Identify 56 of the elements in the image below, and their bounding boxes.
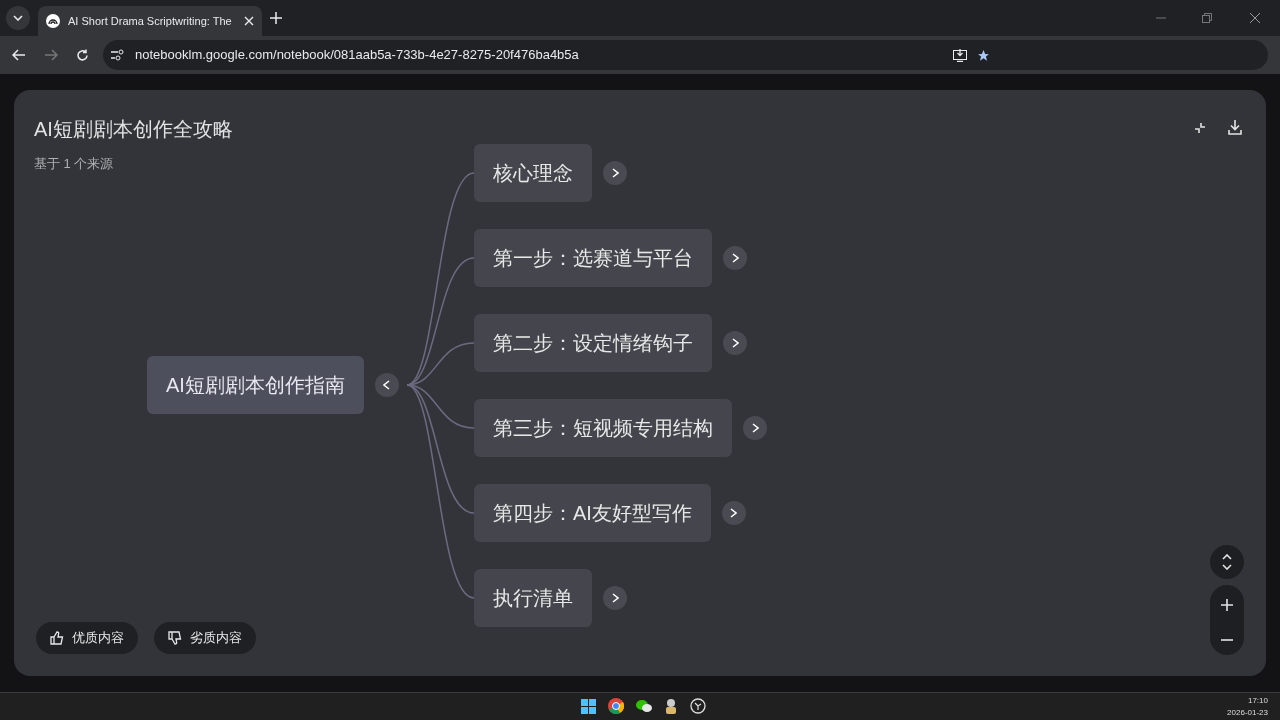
person-app-icon[interactable] bbox=[664, 698, 678, 714]
feedback-button[interactable]: 优质内容 bbox=[36, 622, 138, 654]
toggle-button[interactable] bbox=[743, 416, 767, 440]
download-icon[interactable] bbox=[1228, 120, 1242, 135]
collapse-icon[interactable] bbox=[1194, 122, 1206, 134]
star-icon[interactable] bbox=[977, 48, 990, 62]
chevron-right-icon bbox=[731, 338, 739, 348]
thumbs-up-icon bbox=[50, 631, 64, 645]
notebook-logo-icon bbox=[46, 14, 60, 28]
forward-icon[interactable] bbox=[44, 49, 58, 61]
address-bar[interactable]: notebooklm.google.com/notebook/081aab5a-733b-4e27-8275-20f476ba4b5a bbox=[103, 40, 1268, 70]
circle-app-icon[interactable] bbox=[690, 698, 706, 714]
thumbs-down-icon bbox=[168, 631, 182, 645]
tab-search-button[interactable] bbox=[6, 6, 30, 30]
chevron-right-icon bbox=[730, 508, 738, 518]
new-tab-icon[interactable] bbox=[270, 12, 282, 24]
recenter-button[interactable] bbox=[1210, 545, 1244, 579]
toggle-button[interactable] bbox=[603, 586, 627, 610]
toggle-button[interactable] bbox=[723, 331, 747, 355]
mindmap-node[interactable]: 第二步：设定情绪钩子 bbox=[474, 314, 712, 372]
toggle-button[interactable] bbox=[374, 373, 399, 397]
chevron-right-icon bbox=[731, 253, 739, 263]
dialog-title: AI短剧剧本创作全攻略 bbox=[34, 117, 233, 142]
site-settings-icon[interactable] bbox=[111, 49, 125, 61]
chevron-down-icon bbox=[13, 15, 23, 21]
feedback-button[interactable]: 劣质内容 bbox=[154, 622, 256, 654]
toggle-button[interactable] bbox=[721, 501, 746, 525]
tab-title: AI Short Drama Scriptwriting: The bbox=[68, 13, 233, 29]
url-text: notebooklm.google.com/notebook/081aab5a-733b-4e27-8275-20f476ba4b5a bbox=[135, 46, 579, 65]
close-window-icon[interactable] bbox=[1250, 13, 1260, 23]
mindmap-node[interactable]: 执行清单 bbox=[474, 569, 592, 627]
chat-bubbles-icon[interactable] bbox=[636, 699, 652, 713]
restore-icon[interactable] bbox=[1202, 13, 1212, 23]
mindmap-node[interactable]: 第三步：短视频专用结构 bbox=[474, 399, 732, 457]
source-count: 基于 1 个来源 bbox=[34, 155, 115, 173]
mindmap-node[interactable]: 核心理念 bbox=[474, 144, 592, 202]
mindmap-node[interactable]: 第一步：选赛道与平台 bbox=[474, 229, 712, 287]
mindmap-node[interactable]: 第四步：AI友好型写作 bbox=[474, 484, 711, 542]
chevron-right-icon bbox=[751, 423, 759, 433]
chevron-right-icon bbox=[611, 593, 619, 603]
mindmap-node[interactable]: AI短剧剧本创作指南 bbox=[147, 356, 364, 414]
back-icon[interactable] bbox=[12, 49, 26, 61]
chrome-icon[interactable] bbox=[608, 698, 624, 714]
close-icon[interactable] bbox=[244, 16, 254, 26]
expand-vertical-icon bbox=[1222, 554, 1232, 570]
clock-time: 17:10 bbox=[1247, 695, 1268, 707]
browser-tab[interactable]: AI Short Drama Scriptwriting: The bbox=[38, 6, 262, 36]
toggle-button[interactable] bbox=[603, 161, 627, 185]
zoom-in-icon[interactable] bbox=[1221, 599, 1233, 611]
windows-start-icon[interactable] bbox=[581, 698, 596, 714]
toggle-button[interactable] bbox=[723, 246, 747, 270]
chevron-right-icon bbox=[611, 168, 619, 178]
clock-date: 2026-01-23 bbox=[1227, 707, 1268, 719]
install-app-icon[interactable] bbox=[953, 48, 967, 62]
chevron-left-icon bbox=[383, 380, 391, 390]
reload-icon[interactable] bbox=[76, 48, 89, 62]
